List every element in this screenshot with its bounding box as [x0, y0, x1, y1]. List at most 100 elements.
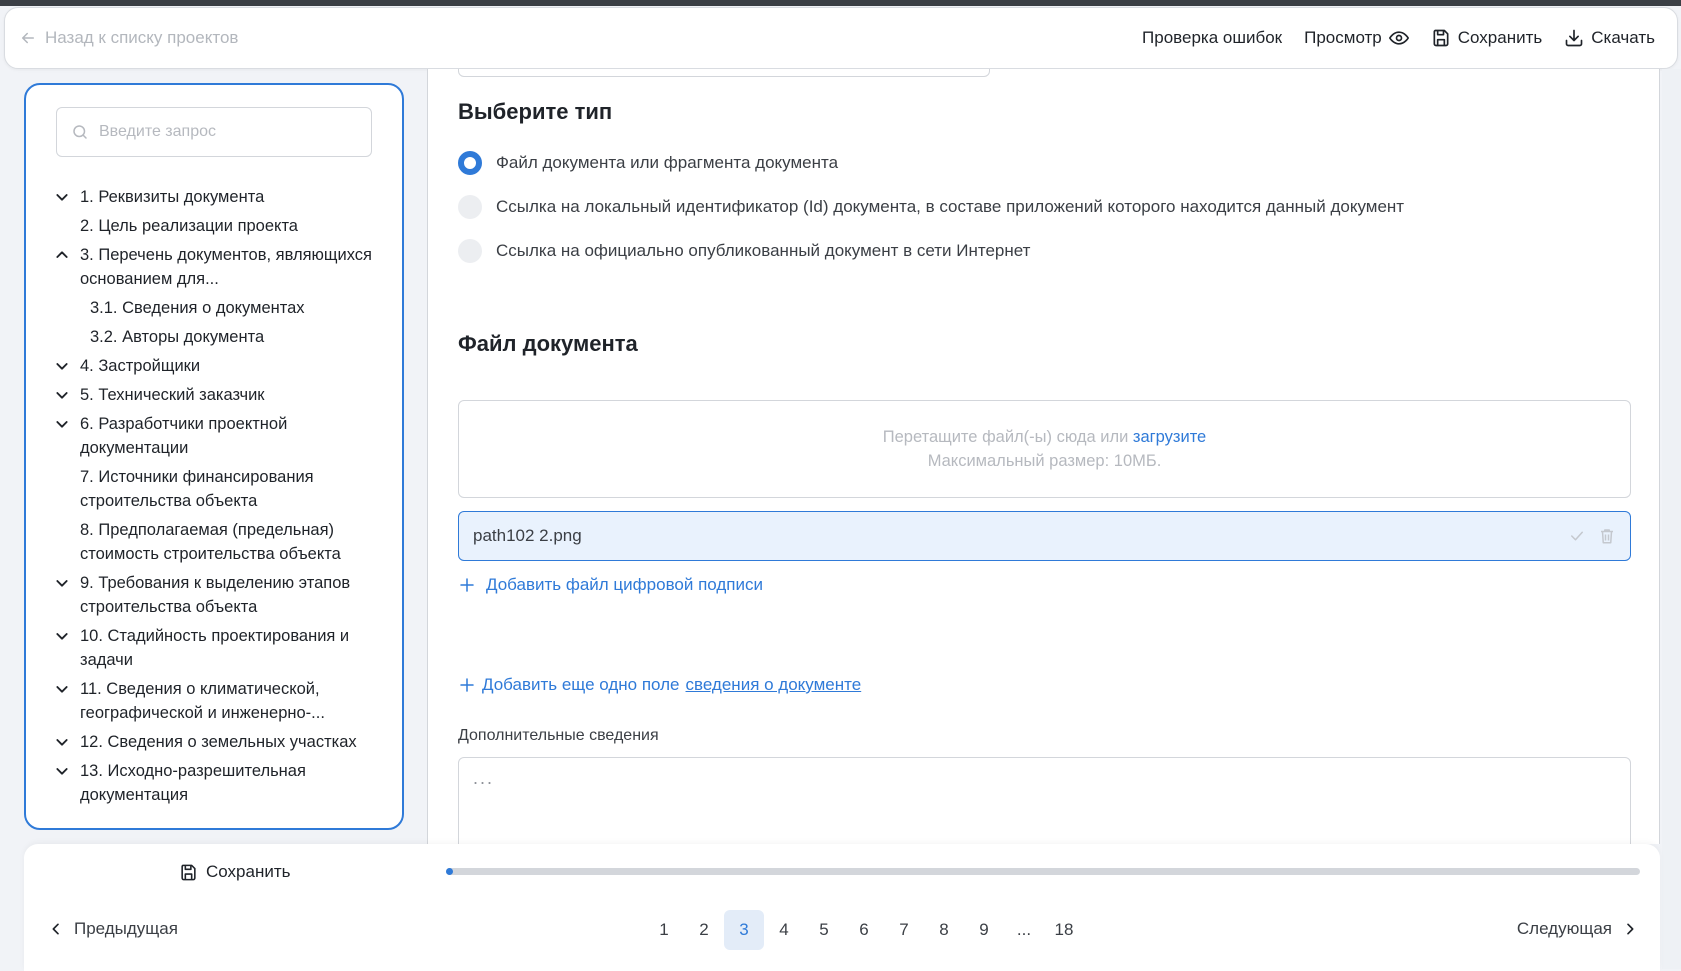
sidebar-item-label: 3.2. Авторы документа: [90, 328, 265, 346]
add-signature-button[interactable]: Добавить файл цифровой подписи: [458, 575, 763, 595]
trash-icon[interactable]: [1598, 527, 1616, 545]
radio-unchecked[interactable]: [458, 195, 482, 219]
additional-info-field[interactable]: ...: [458, 757, 1631, 844]
chevron-down-icon[interactable]: [54, 677, 80, 701]
chevron-down-icon[interactable]: [54, 185, 80, 209]
add-signature-label: Добавить файл цифровой подписи: [486, 575, 763, 594]
sidebar-item[interactable]: 3.1. Сведения о документах: [54, 296, 394, 320]
header-actions: Проверка ошибок Просмотр Сохранить Скача…: [1142, 28, 1655, 48]
chevron-down-icon[interactable]: [54, 412, 80, 436]
floppy-disk-icon: [1433, 29, 1449, 47]
sidebar-item-label: 4. Застройщики: [80, 357, 201, 375]
floppy-disk-icon: [181, 864, 196, 880]
page-button[interactable]: 2: [684, 910, 724, 950]
sidebar-item-label: 7. Источники финансирования строительств…: [80, 468, 314, 510]
additional-info-label: Дополнительные сведения: [458, 727, 659, 744]
check-errors-button[interactable]: Проверка ошибок: [1142, 28, 1282, 48]
top-header: Назад к списку проектов Проверка ошибок …: [4, 7, 1678, 69]
chevron-down-icon[interactable]: [54, 354, 80, 378]
page-button[interactable]: 1: [644, 910, 684, 950]
sidebar-item[interactable]: 3.2. Авторы документа: [54, 325, 394, 349]
page-button[interactable]: 9: [964, 910, 1004, 950]
download-label: Скачать: [1591, 28, 1655, 47]
sidebar-item-label: 10. Стадийность проектирования и задачи: [80, 627, 350, 669]
search-placeholder: Введите запрос: [99, 123, 216, 140]
previous-page-button[interactable]: Предыдущая: [48, 919, 178, 939]
sidebar-item[interactable]: 1. Реквизиты документа: [54, 185, 394, 209]
sidebar-item[interactable]: 12. Сведения о земельных участках: [54, 730, 394, 754]
radio-unchecked[interactable]: [458, 239, 482, 263]
check-errors-label: Проверка ошибок: [1142, 28, 1283, 47]
sidebar-item[interactable]: 11. Сведения о климатической, географиче…: [54, 677, 394, 725]
file-dropzone[interactable]: Перетащите файл(-ы) сюда или загрузите М…: [458, 400, 1631, 498]
page-button[interactable]: 4: [764, 910, 804, 950]
dropzone-limit: Максимальный размер: 10МБ.: [927, 452, 1162, 470]
sidebar-item[interactable]: 9. Требования к выделению этапов строите…: [54, 571, 394, 619]
chevron-down-icon[interactable]: [54, 383, 80, 407]
option-local-id[interactable]: Ссылка на локальный идентификатор (Id) д…: [458, 195, 1404, 219]
page-button[interactable]: 18: [1044, 910, 1084, 950]
search-input[interactable]: Введите запрос: [56, 107, 372, 157]
arrow-left-icon: [22, 32, 34, 44]
page-button[interactable]: 7: [884, 910, 924, 950]
sidebar-item[interactable]: 4. Застройщики: [54, 354, 394, 378]
window-top-strip: [0, 0, 1681, 6]
option-internet-link[interactable]: Ссылка на официально опубликованный доку…: [458, 239, 1030, 263]
sidebar-item[interactable]: 8. Предполагаемая (предельная) стоимость…: [54, 518, 394, 566]
sidebar-item-label: 3.1. Сведения о документах: [90, 299, 305, 317]
download-button[interactable]: Скачать: [1564, 28, 1655, 48]
sidebar-item-label: 2. Цель реализации проекта: [80, 217, 298, 235]
sidebar-item-label: 13. Исходно-разрешительная документация: [80, 762, 306, 804]
bottom-save-button[interactable]: Сохранить: [179, 862, 290, 882]
page-button[interactable]: 8: [924, 910, 964, 950]
chevron-up-icon[interactable]: [54, 243, 80, 267]
page-button[interactable]: 5: [804, 910, 844, 950]
type-heading: Выберите тип: [458, 99, 613, 124]
sidebar-item-label: 12. Сведения о земельных участках: [80, 733, 357, 751]
file-name: path102 2.png: [473, 526, 582, 545]
add-field-link[interactable]: сведения о документе: [686, 675, 862, 695]
bottom-save-label: Сохранить: [206, 862, 291, 881]
add-field-prefix: Добавить еще одно поле: [482, 675, 680, 694]
sidebar-item-label: 8. Предполагаемая (предельная) стоимость…: [80, 521, 341, 563]
option-label: Ссылка на официально опубликованный доку…: [496, 241, 1031, 260]
back-to-projects-link[interactable]: Назад к списку проектов: [19, 28, 238, 48]
page-button[interactable]: 6: [844, 910, 884, 950]
sidebar-item[interactable]: 2. Цель реализации проекта: [54, 214, 394, 238]
sidebar-item[interactable]: 5. Технический заказчик: [54, 383, 394, 407]
radio-checked[interactable]: [458, 151, 482, 175]
chevron-down-icon[interactable]: [54, 730, 80, 754]
previous-field[interactable]: [458, 69, 990, 77]
chevron-down-icon[interactable]: [54, 571, 80, 595]
sidebar-item[interactable]: 7. Источники финансирования строительств…: [54, 465, 394, 513]
preview-button[interactable]: Просмотр: [1304, 28, 1409, 48]
search-icon: [73, 125, 87, 139]
sidebar-item[interactable]: 3. Перечень документов, являющихся основ…: [54, 243, 394, 291]
file-heading: Файл документа: [458, 331, 638, 356]
sidebar-item[interactable]: 10. Стадийность проектирования и задачи: [54, 624, 394, 672]
next-page-button[interactable]: Следующая: [1517, 919, 1638, 939]
sidebar-item-label: 3. Перечень документов, являющихся основ…: [80, 246, 372, 288]
add-field-button[interactable]: Добавить еще одно поле сведения о докуме…: [458, 675, 861, 695]
sidebar-item-label: 5. Технический заказчик: [80, 386, 265, 404]
upload-link[interactable]: загрузите: [1133, 428, 1206, 446]
plus-icon: [460, 678, 474, 692]
sidebar-item-label: 11. Сведения о климатической, географиче…: [80, 680, 325, 722]
pagination-ellipsis: ...: [1016, 920, 1032, 939]
sidebar-item[interactable]: 13. Исходно-разрешительная документация: [54, 759, 394, 807]
option-file[interactable]: Файл документа или фрагмента документа: [458, 151, 838, 175]
save-label: Сохранить: [1457, 28, 1543, 47]
chevron-down-icon[interactable]: [54, 759, 80, 783]
sidebar-item[interactable]: 6. Разработчики проектной документации: [54, 412, 394, 460]
page-button[interactable]: 3: [724, 910, 764, 950]
chevron-down-icon[interactable]: [54, 624, 80, 648]
save-button[interactable]: Сохранить: [1431, 28, 1542, 48]
back-link-label: Назад к списку проектов: [45, 28, 239, 47]
check-icon: [1571, 531, 1583, 541]
bottom-bar: Сохранить Предыдущая 1 2 3 4 5 6 7 8 9... 18 След…: [24, 844, 1660, 971]
